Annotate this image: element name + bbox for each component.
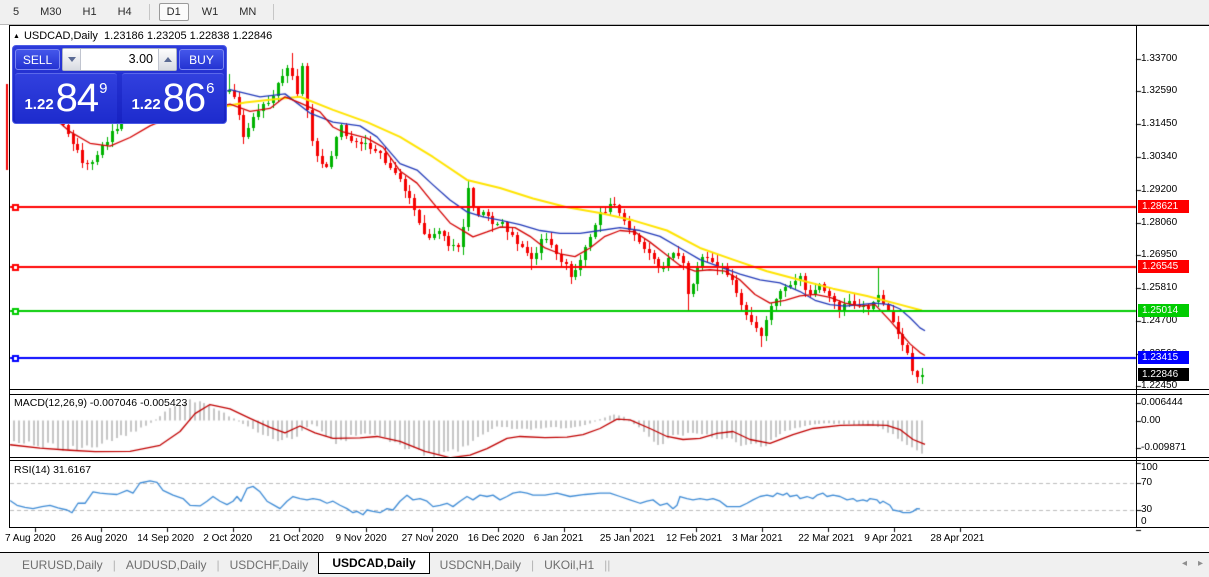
price-line-label: 1.23415 xyxy=(1138,351,1189,364)
date-tick-label: 3 Mar 2021 xyxy=(732,533,783,544)
rsi-splitter[interactable] xyxy=(9,457,1209,458)
sell-button[interactable]: SELL xyxy=(15,49,60,70)
tab-scroll-left-icon[interactable]: ◂ xyxy=(1182,558,1187,569)
sell-price-button[interactable]: 1.22849 xyxy=(15,73,117,123)
macd-top-border xyxy=(9,394,1209,395)
date-tick-label: 21 Oct 2020 xyxy=(269,533,323,544)
timeframe-button-w1[interactable]: W1 xyxy=(194,3,227,21)
sell-price-pip: 9 xyxy=(99,80,107,97)
date-tick-label: 26 Aug 2020 xyxy=(71,533,127,544)
price-tick-label: 1.29200 xyxy=(1141,184,1177,195)
rsi-scale-label: 100 xyxy=(1141,462,1158,473)
timeframe-button-5[interactable]: 5 xyxy=(5,3,27,21)
buy-price-button[interactable]: 1.22866 xyxy=(122,73,224,123)
chart-ohlc-values: 1.23186 1.23205 1.22838 1.22846 xyxy=(104,30,272,42)
chart-symbol: USDCAD,Daily xyxy=(24,30,98,42)
volume-stepper: 3.00 xyxy=(62,48,177,71)
price-line-label: 1.22846 xyxy=(1138,368,1189,381)
timeframe-button-h1[interactable]: H1 xyxy=(75,3,105,21)
date-tick-label: 27 Nov 2020 xyxy=(402,533,459,544)
trade-controls-row: SELL 3.00 BUY xyxy=(13,46,226,71)
toolbar-separator xyxy=(149,4,150,20)
timeframe-button-m30[interactable]: M30 xyxy=(32,3,69,21)
macd-scale-label: 0.006444 xyxy=(1141,397,1183,408)
date-tick-label: 28 Apr 2021 xyxy=(930,533,984,544)
date-tick-label: 16 Dec 2020 xyxy=(468,533,525,544)
one-click-trading-panel: SELL 3.00 BUY 1.22849 1.22866 xyxy=(12,45,227,124)
macd-splitter[interactable] xyxy=(9,389,1209,390)
date-tick-label: 7 Aug 2020 xyxy=(5,533,56,544)
buy-price-big: 86 xyxy=(163,76,206,121)
chart-tab-usdchf[interactable]: USDCHF,Daily xyxy=(220,555,319,575)
sell-price-base: 1.22 xyxy=(24,96,53,113)
rsi-top-border xyxy=(9,460,1209,461)
date-tick-label: 9 Nov 2020 xyxy=(336,533,387,544)
date-tick-label: 9 Apr 2021 xyxy=(864,533,912,544)
rsi-label: RSI(14) 31.6167 xyxy=(14,464,91,476)
chart-bottom-border xyxy=(9,527,1209,528)
price-tick-label: 1.25810 xyxy=(1141,282,1177,293)
chart-title: ▲ USDCAD,Daily 1.23186 1.23205 1.22838 1.… xyxy=(13,30,272,42)
collapse-triangle-icon: ▲ xyxy=(13,33,20,40)
timeframe-toolbar: 5 M30 H1 H4 D1 W1MN xyxy=(0,0,1209,25)
price-tick-label: 1.28060 xyxy=(1141,217,1177,228)
date-tick-label: 22 Mar 2021 xyxy=(798,533,854,544)
macd-scale-label: 0.00 xyxy=(1141,415,1160,426)
sell-price-big: 84 xyxy=(56,76,99,121)
price-axis-separator xyxy=(1136,25,1137,528)
rsi-scale-label: 70 xyxy=(1141,477,1152,488)
volume-decrease-button[interactable] xyxy=(63,49,81,70)
price-line-label: 1.26545 xyxy=(1138,260,1189,273)
rsi-scale-label: 30 xyxy=(1141,504,1152,515)
date-tick-label: 6 Jan 2021 xyxy=(534,533,584,544)
chevron-down-icon xyxy=(68,57,76,62)
chart-left-border xyxy=(9,25,10,528)
tab-separator: | xyxy=(607,558,610,572)
date-tick-label: 2 Oct 2020 xyxy=(203,533,252,544)
timeframe-button-mn[interactable]: MN xyxy=(231,3,264,21)
price-tick-label: 1.30340 xyxy=(1141,151,1177,162)
price-tick-label: 1.31450 xyxy=(1141,118,1177,129)
buy-button[interactable]: BUY xyxy=(179,49,224,70)
tab-scroll-arrows: ◂ ▸ xyxy=(1182,558,1203,569)
price-tick-label: 1.32590 xyxy=(1141,85,1177,96)
price-tick-label: 1.22450 xyxy=(1141,380,1177,391)
rsi-scale-label: 0 xyxy=(1141,516,1147,527)
timeframe-button-h4[interactable]: H4 xyxy=(110,3,140,21)
date-tick-label: 12 Feb 2021 xyxy=(666,533,722,544)
buy-price-base: 1.22 xyxy=(131,96,160,113)
volume-value[interactable]: 3.00 xyxy=(81,49,158,70)
chart-tab-usdcad[interactable]: USDCAD,Daily xyxy=(318,552,429,574)
chevron-up-icon xyxy=(164,57,172,62)
chart-top-border xyxy=(9,25,1209,26)
chart-tab-eurusd[interactable]: EURUSD,Daily xyxy=(12,555,113,575)
macd-label: MACD(12,26,9) -0.007046 -0.005423 xyxy=(14,397,187,409)
chart-tab-bar: EURUSD,Daily|AUDUSD,Daily|USDCHF,DailyUS… xyxy=(0,553,1209,577)
trade-prices-row: 1.22849 1.22866 xyxy=(13,71,226,125)
date-tick-label: 25 Jan 2021 xyxy=(600,533,655,544)
buy-price-pip: 6 xyxy=(206,80,214,97)
tab-scroll-right-icon[interactable]: ▸ xyxy=(1198,558,1203,569)
date-tick-label: 14 Sep 2020 xyxy=(137,533,194,544)
price-tick-label: 1.33700 xyxy=(1141,53,1177,64)
chart-tab-usdcnh[interactable]: USDCNH,Daily xyxy=(430,555,531,575)
timeframe-button-d1[interactable]: D1 xyxy=(159,3,189,21)
volume-increase-button[interactable] xyxy=(158,49,176,70)
toolbar-separator xyxy=(273,4,274,20)
chart-tab-audusd[interactable]: AUDUSD,Daily xyxy=(116,555,217,575)
price-tick-label: 1.26950 xyxy=(1141,249,1177,260)
chart-tab-ukoil[interactable]: UKOil,H1 xyxy=(534,555,604,575)
macd-scale-label: -0.009871 xyxy=(1141,442,1186,453)
price-line-label: 1.28621 xyxy=(1138,200,1189,213)
price-line-label: 1.25014 xyxy=(1138,304,1189,317)
